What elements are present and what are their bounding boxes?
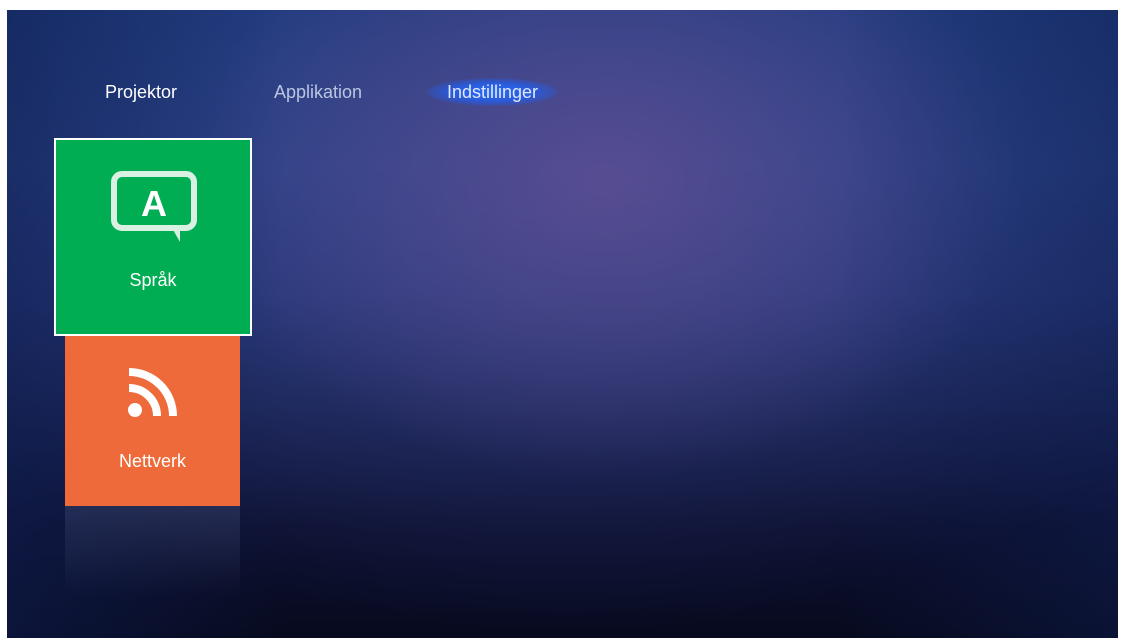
nettverk-tile[interactable]: Nettverk [65, 334, 240, 506]
tab-applikation[interactable]: Applikation [274, 78, 362, 106]
nettverk-tile-label: Nettverk [118, 451, 187, 471]
svg-text:A: A [141, 183, 167, 224]
sprak-tile[interactable]: A Språk [54, 138, 252, 336]
tab-projektor[interactable]: Projektor [105, 78, 177, 106]
sprak-tile-label: Språk [129, 270, 177, 290]
tab-indstillinger[interactable]: Indstillinger [427, 78, 559, 106]
tile-reflection [65, 506, 240, 596]
network-rss-icon [128, 368, 177, 417]
language-bubble-icon: A [111, 171, 197, 242]
projector-home-screen: Projektor Applikation Indstillinger A Sp… [7, 10, 1118, 638]
